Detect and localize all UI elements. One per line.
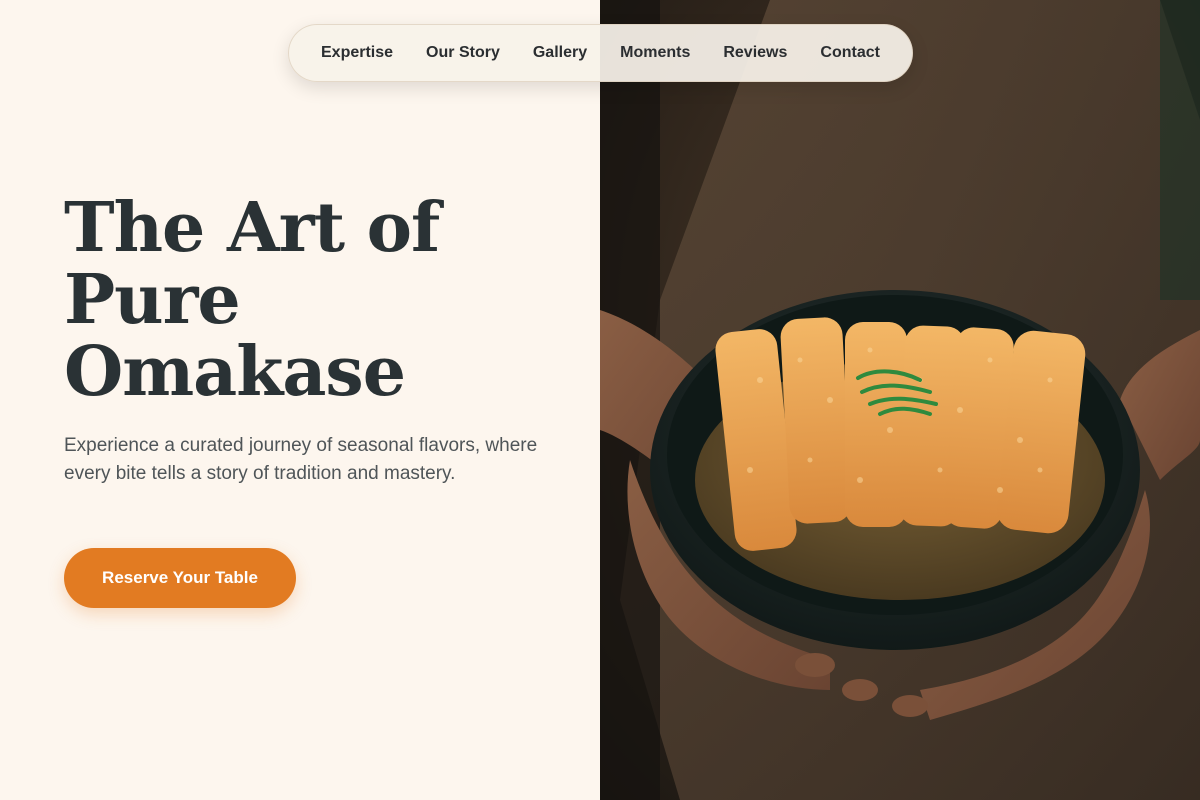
- nav-link-expertise[interactable]: Expertise: [321, 44, 393, 62]
- hero-title-line-2: Pure: [64, 260, 241, 340]
- nav-link-contact[interactable]: Contact: [820, 44, 880, 62]
- hero-image: [600, 0, 1200, 800]
- nav-link-our-story[interactable]: Our Story: [426, 44, 500, 62]
- main-nav: Expertise Our Story Gallery Moments Revi…: [288, 24, 913, 82]
- nav-link-gallery[interactable]: Gallery: [533, 44, 587, 62]
- reserve-table-button[interactable]: Reserve Your Table: [64, 548, 296, 608]
- hero-title-line-3: Omakase: [64, 332, 406, 412]
- nav-link-moments[interactable]: Moments: [620, 44, 690, 62]
- hero-title: The Art of Pure Omakase: [64, 192, 544, 408]
- nav-link-reviews[interactable]: Reviews: [723, 44, 787, 62]
- hero-subtitle: Experience a curated journey of seasonal…: [64, 435, 538, 484]
- hero-title-line-1: The Art of: [64, 188, 440, 268]
- food-photo-illustration: [600, 0, 1200, 800]
